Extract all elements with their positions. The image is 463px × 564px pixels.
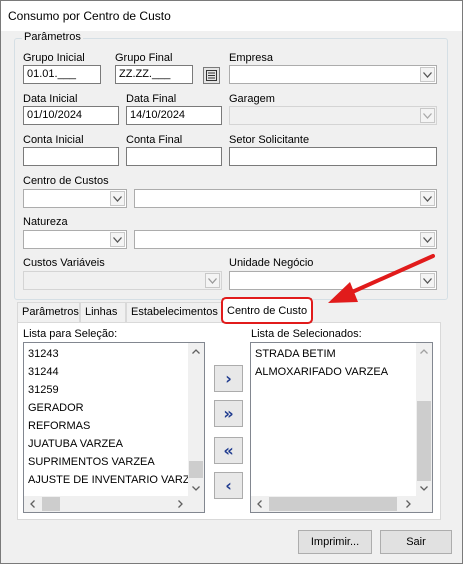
grupo-inicial-input[interactable]: 01.01.___ <box>23 65 101 84</box>
scroll-left-icon[interactable] <box>24 496 40 512</box>
unidade-negocio-label: Unidade Negócio <box>229 257 314 269</box>
list-icon[interactable] <box>203 67 220 84</box>
title-bar: Consumo por Centro de Custo <box>1 1 462 31</box>
imprimir-button-label: Imprimir... <box>310 536 360 548</box>
list-item[interactable]: 31259 <box>28 381 59 399</box>
double-chevron-right-icon: » <box>223 404 234 423</box>
chevron-left-icon: ‹ <box>225 476 232 495</box>
lista-selecionados-hscroll[interactable] <box>251 496 416 512</box>
chevron-down-icon <box>420 232 435 247</box>
tab-parametros[interactable]: Parâmetros <box>17 302 80 322</box>
natureza-label: Natureza <box>23 216 68 228</box>
parametros-group-title: Parâmetros <box>22 31 83 43</box>
lista-selecao-vscroll[interactable] <box>188 343 204 496</box>
setor-solicitante-label: Setor Solicitante <box>229 134 310 146</box>
annotation-arrow <box>328 254 435 303</box>
centro-de-custos-code-select[interactable] <box>23 189 127 208</box>
scroll-thumb[interactable] <box>417 401 431 481</box>
conta-inicial-label: Conta Inicial <box>23 134 84 146</box>
list-item[interactable]: ALMOXARIFADO VARZEA <box>255 363 388 381</box>
chevron-right-icon: › <box>225 369 232 388</box>
add-all-button[interactable]: » <box>214 400 243 427</box>
custos-variaveis-label: Custos Variáveis <box>23 257 105 269</box>
list-item[interactable]: 31243 <box>28 345 59 363</box>
scroll-right-icon[interactable] <box>400 496 416 512</box>
data-inicial-input[interactable]: 01/10/2024 <box>23 106 119 125</box>
chevron-down-icon <box>110 191 125 206</box>
centro-de-custos-name-select[interactable] <box>134 189 437 208</box>
scroll-down-icon[interactable] <box>188 480 204 496</box>
tab-linhas[interactable]: Linhas <box>80 302 126 322</box>
scroll-down-icon[interactable] <box>416 480 432 496</box>
list-item[interactable]: JUATUBA VARZEA <box>28 435 123 453</box>
lista-selecao-listbox[interactable]: 31243 31244 31259 GERADOR REFORMAS JUATU… <box>23 342 205 513</box>
double-chevron-left-icon: « <box>223 441 234 460</box>
lista-selecao-label: Lista para Seleção: <box>23 328 118 340</box>
grupo-final-input[interactable]: ZZ.ZZ.___ <box>115 65 193 84</box>
grupo-inicial-label: Grupo Inicial <box>23 52 85 64</box>
scroll-right-icon[interactable] <box>172 496 188 512</box>
imprimir-button[interactable]: Imprimir... <box>298 530 372 554</box>
chevron-down-icon <box>205 273 220 288</box>
garagem-select[interactable] <box>229 106 437 125</box>
remove-all-button[interactable]: « <box>214 437 243 464</box>
scroll-up-icon[interactable] <box>416 343 432 359</box>
list-item[interactable]: 31244 <box>28 363 59 381</box>
window-title: Consumo por Centro de Custo <box>8 9 171 23</box>
grupo-final-label: Grupo Final <box>115 52 173 64</box>
centro-de-custos-label: Centro de Custos <box>23 175 109 187</box>
conta-final-label: Conta Final <box>126 134 183 146</box>
chevron-down-icon <box>420 67 435 82</box>
conta-final-input[interactable] <box>126 147 222 166</box>
data-final-input[interactable]: 14/10/2024 <box>126 106 222 125</box>
scroll-thumb[interactable] <box>189 461 203 478</box>
scroll-corner <box>188 496 204 512</box>
annotation-highlight-box <box>221 297 313 324</box>
lista-selecionados-listbox[interactable]: STRADA BETIM ALMOXARIFADO VARZEA <box>250 342 433 513</box>
list-item[interactable]: REFORMAS <box>28 417 90 435</box>
lista-selecionados-label: Lista de Selecionados: <box>251 328 362 340</box>
hscroll-thumb[interactable] <box>42 497 60 511</box>
data-inicial-label: Data Inicial <box>23 93 78 105</box>
natureza-name-select[interactable] <box>134 230 437 249</box>
list-item[interactable]: SUPRIMENTOS VARZEA <box>28 453 155 471</box>
hscroll-thumb[interactable] <box>269 497 397 511</box>
chevron-down-icon <box>420 108 435 123</box>
list-item[interactable]: GERADOR <box>28 399 84 417</box>
scroll-corner <box>416 496 432 512</box>
data-final-label: Data Final <box>126 93 177 105</box>
remove-selected-button[interactable]: ‹ <box>214 472 243 499</box>
custos-variaveis-select[interactable] <box>23 271 222 290</box>
list-item[interactable]: STRADA BETIM <box>255 345 336 363</box>
add-selected-button[interactable]: › <box>214 365 243 392</box>
natureza-code-select[interactable] <box>23 230 127 249</box>
chevron-down-icon <box>110 232 125 247</box>
lista-selecao-hscroll[interactable] <box>24 496 188 512</box>
sair-button[interactable]: Sair <box>380 530 452 554</box>
lista-selecionados-vscroll[interactable] <box>416 343 432 496</box>
chevron-down-icon <box>420 191 435 206</box>
conta-inicial-input[interactable] <box>23 147 119 166</box>
empresa-select[interactable] <box>229 65 437 84</box>
sair-button-label: Sair <box>406 536 426 548</box>
empresa-label: Empresa <box>229 52 274 64</box>
setor-solicitante-input[interactable] <box>229 147 437 166</box>
tab-estabelecimentos[interactable]: Estabelecimentos <box>126 302 222 322</box>
scroll-left-icon[interactable] <box>251 496 267 512</box>
scroll-up-icon[interactable] <box>188 343 204 359</box>
list-item[interactable]: AJUSTE DE INVENTARIO VARZEA <box>28 471 204 489</box>
garagem-label: Garagem <box>229 93 275 105</box>
